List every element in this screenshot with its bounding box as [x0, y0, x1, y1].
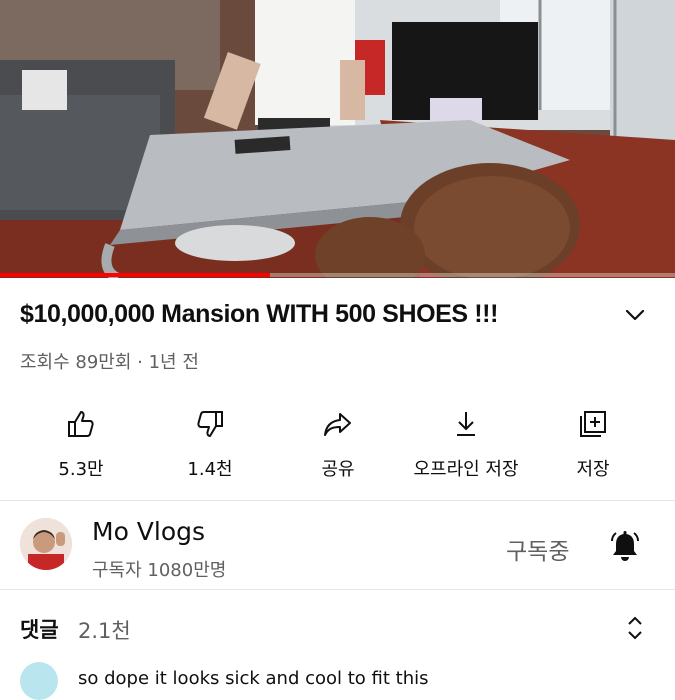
video-title[interactable]: $10,000,000 Mansion WITH 500 SHOES !!! — [20, 300, 498, 329]
comments-count: 2.1천 — [78, 619, 131, 643]
dislike-button[interactable]: 1.4천 — [145, 400, 275, 490]
video-player[interactable] — [0, 0, 675, 278]
comments-section[interactable]: 댓글 2.1천 so dope it looks sick and cool t… — [0, 590, 675, 700]
subscriber-count: 구독자 1080만명 — [92, 560, 227, 581]
video-frame-image — [0, 0, 675, 278]
video-progress-bar[interactable] — [0, 273, 675, 277]
expand-collapse-icon[interactable] — [624, 614, 646, 642]
commenter-avatar — [20, 662, 58, 700]
thumbs-up-icon — [68, 411, 94, 437]
download-icon — [457, 412, 475, 436]
like-button[interactable]: 5.3만 — [16, 400, 146, 490]
like-count: 5.3만 — [58, 459, 104, 480]
share-label: 공유 — [321, 459, 355, 480]
video-title-row[interactable]: $10,000,000 Mansion WITH 500 SHOES !!! — [20, 298, 660, 338]
action-bar: 5.3만 1.4천 공유 오프라인 저장 저장 — [0, 400, 675, 490]
bell-icon[interactable] — [608, 529, 642, 563]
download-label: 오프라인 저장 — [413, 459, 519, 480]
dislike-label: 1.4천 — [187, 459, 233, 480]
channel-avatar[interactable] — [20, 518, 72, 570]
download-button[interactable]: 오프라인 저장 — [401, 400, 531, 490]
comment-preview: so dope it looks sick and cool to fit th… — [78, 668, 429, 689]
share-button[interactable]: 공유 — [273, 400, 403, 490]
save-button[interactable]: 저장 — [528, 400, 658, 490]
add-to-playlist-icon — [580, 411, 606, 437]
channel-row: Mo Vlogs 구독자 1080만명 구독중 — [0, 501, 675, 589]
video-progress-fill — [0, 273, 270, 277]
save-label: 저장 — [576, 459, 610, 480]
chevron-down-icon[interactable] — [622, 302, 648, 328]
comments-header: 댓글 — [20, 618, 59, 642]
share-icon — [324, 413, 351, 436]
video-meta: 조회수 89만회 · 1년 전 — [20, 352, 199, 373]
subscribed-button[interactable]: 구독중 — [506, 532, 569, 566]
thumbs-down-icon — [197, 411, 223, 437]
channel-name[interactable]: Mo Vlogs — [92, 517, 205, 546]
